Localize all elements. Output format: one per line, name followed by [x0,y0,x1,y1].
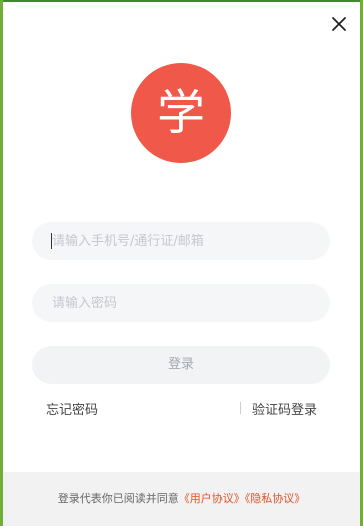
account-input[interactable] [52,222,312,260]
link-divider [240,402,241,414]
forgot-password-link[interactable]: 忘记密码 [46,399,98,418]
account-field[interactable] [32,222,330,260]
agreement-prefix: 登录代表你已阅读并同意 [57,492,179,505]
agreement-text: 登录代表你已阅读并同意《用户协议》《隐私协议》 [3,490,360,506]
login-button[interactable]: 登录 [32,346,330,384]
password-input[interactable] [52,284,312,322]
close-icon [332,17,346,31]
user-agreement-link[interactable]: 《用户协议》 [179,492,245,505]
sms-login-link[interactable]: 验证码登录 [252,399,317,418]
app-logo: 学 [131,63,231,163]
password-field[interactable] [32,284,330,322]
close-button[interactable] [329,14,349,34]
footer-bar: 登录代表你已阅读并同意《用户协议》《隐私协议》 [3,472,360,526]
privacy-policy-link[interactable]: 《隐私协议》 [245,492,306,505]
